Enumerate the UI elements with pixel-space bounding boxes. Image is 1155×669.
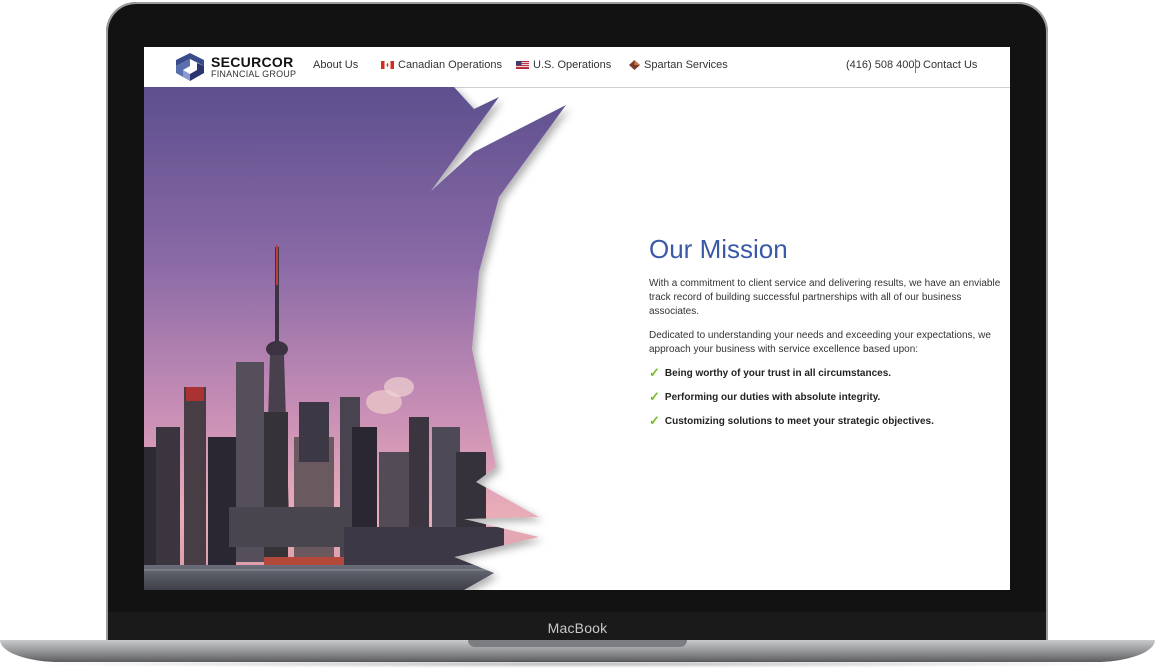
mission-paragraph-1: With a commitment to client service and … bbox=[649, 278, 1001, 317]
company-logo[interactable]: SECURCOR FINANCIAL GROUP bbox=[174, 51, 296, 83]
mission-bullet-text: Being worthy of your trust in all circum… bbox=[664, 367, 892, 379]
nav-divider bbox=[915, 59, 916, 73]
mission-bullet-text: Performing our duties with absolute inte… bbox=[664, 391, 881, 403]
nav-contact-us[interactable]: Contact Us bbox=[923, 59, 977, 71]
device-brand-label: MacBook bbox=[547, 620, 608, 636]
mission-bullet: ✓ Performing our duties with absolute in… bbox=[649, 389, 880, 405]
mission-bullet-text: Customizing solutions to meet your strat… bbox=[664, 415, 934, 427]
checkmark-icon: ✓ bbox=[649, 413, 660, 428]
phone-number-label: (416) 508 4000 bbox=[846, 59, 921, 71]
laptop-screen: SECURCOR FINANCIAL GROUP About Us Canadi… bbox=[144, 47, 1010, 590]
phone-number[interactable]: (416) 508 4000 bbox=[846, 59, 921, 71]
us-flag-icon bbox=[516, 61, 529, 69]
canada-flag-icon bbox=[381, 61, 394, 69]
logo-name: SECURCOR bbox=[211, 53, 294, 70]
mission-title: Our Mission bbox=[649, 234, 788, 264]
nav-about-us[interactable]: About Us bbox=[313, 59, 358, 71]
mission-paragraph-2: Dedicated to understanding your needs an… bbox=[649, 330, 991, 355]
spartan-logo-icon bbox=[629, 60, 640, 70]
checkmark-icon: ✓ bbox=[649, 365, 660, 380]
mission-bullet: ✓ Customizing solutions to meet your str… bbox=[649, 413, 934, 429]
nav-us-operations-label: U.S. Operations bbox=[533, 59, 612, 71]
laptop-notch bbox=[468, 640, 687, 647]
nav-canadian-operations-label: Canadian Operations bbox=[398, 59, 502, 71]
nav-contact-us-label: Contact Us bbox=[923, 59, 978, 71]
nav-spartan-services[interactable]: Spartan Services bbox=[629, 59, 728, 71]
mission-bullet: ✓ Being worthy of your trust in all circ… bbox=[649, 365, 891, 381]
top-navbar: SECURCOR FINANCIAL GROUP About Us Canadi… bbox=[144, 47, 1010, 88]
logo-mark-icon bbox=[176, 53, 204, 81]
nav-about-us-label: About Us bbox=[313, 59, 359, 71]
laptop-shadow bbox=[20, 660, 1135, 668]
logo-subtitle: FINANCIAL GROUP bbox=[211, 68, 297, 79]
nav-canadian-operations[interactable]: Canadian Operations bbox=[381, 59, 502, 71]
checkmark-icon: ✓ bbox=[649, 389, 660, 404]
nav-spartan-services-label: Spartan Services bbox=[644, 59, 728, 71]
nav-us-operations[interactable]: U.S. Operations bbox=[516, 59, 611, 71]
